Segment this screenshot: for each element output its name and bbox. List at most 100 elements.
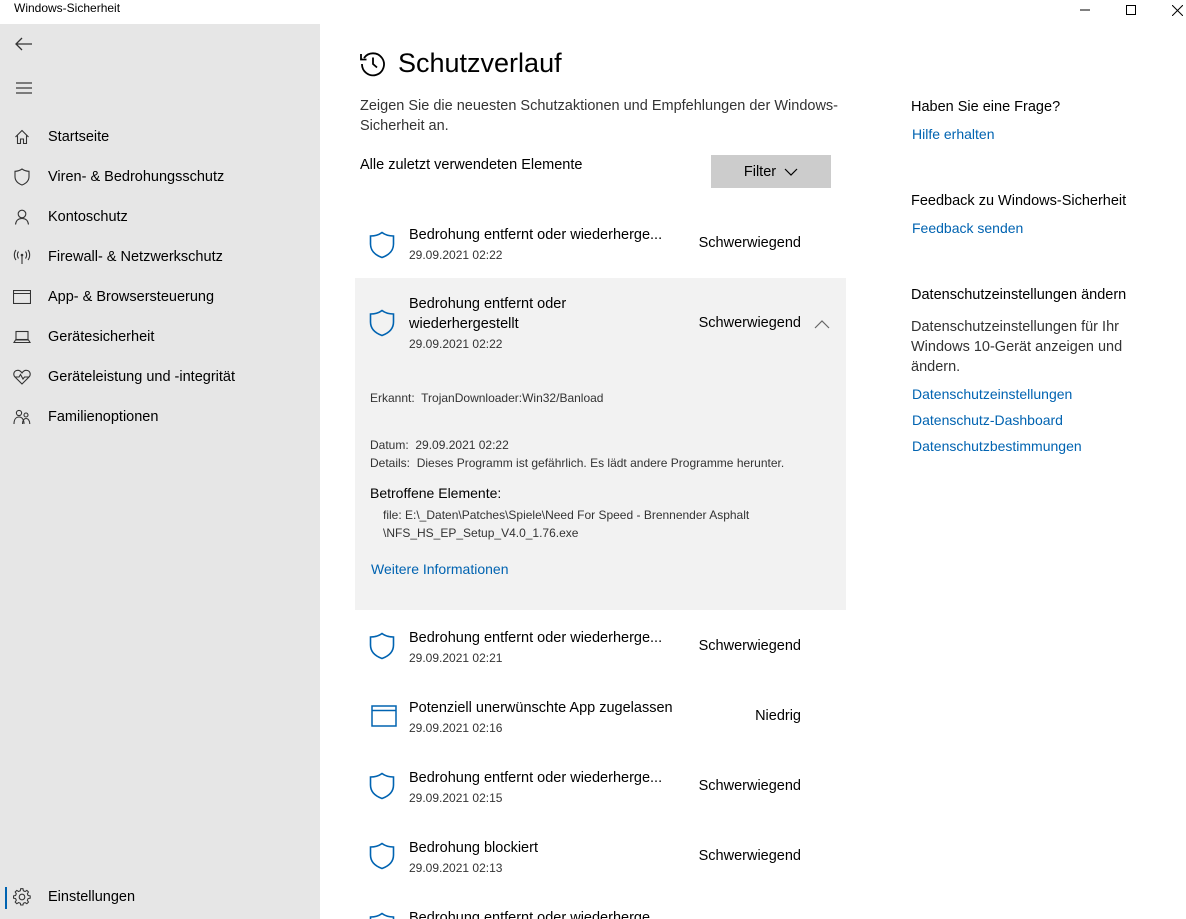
send-feedback-link[interactable]: Feedback senden	[912, 220, 1023, 236]
hamburger-menu-icon[interactable]	[0, 68, 48, 108]
more-information-link[interactable]: Weitere Informationen	[371, 561, 508, 577]
history-item-severity: Schwerwiegend	[698, 848, 801, 864]
affected-path-line2: \NFS_HS_EP_Setup_V4.0_1.76.exe	[383, 526, 579, 540]
history-item[interactable]: Bedrohung blockiert 29.09.2021 02:13 Sch…	[355, 825, 846, 889]
shield-icon	[369, 772, 395, 805]
sidebar-item-device-performance[interactable]: Geräteleistung und -integrität	[0, 357, 320, 397]
back-arrow-icon[interactable]	[0, 24, 48, 64]
history-item-date: 29.09.2021 02:21	[409, 651, 503, 665]
history-item-title: Bedrohung blockiert	[409, 840, 538, 856]
main-content: Schutzverlauf Zeigen Sie die neuesten Sc…	[320, 24, 880, 919]
sidebar-item-home[interactable]: Startseite	[0, 117, 320, 157]
detected-row: Erkannt: TrojanDownloader:Win32/Banload	[370, 391, 603, 405]
feedback-heading: Feedback zu Windows-Sicherheit	[911, 193, 1127, 209]
details-label: Details:	[370, 456, 411, 470]
history-item-title-line2: wiederhergestellt	[409, 316, 519, 332]
history-item[interactable]: Bedrohung entfernt oder wiederherge... 2…	[355, 755, 846, 819]
history-item-title-line1: Bedrohung entfernt oder	[409, 296, 567, 312]
history-item-severity: Schwerwiegend	[698, 315, 801, 331]
history-item-severity: Schwerwiegend	[698, 778, 801, 794]
sidebar-item-label: Geräteleistung und -integrität	[48, 369, 235, 385]
history-item[interactable]: Potenziell unerwünschte App zugelassen 2…	[355, 685, 846, 749]
get-help-link[interactable]: Hilfe erhalten	[912, 126, 995, 142]
history-item-date: 29.09.2021 02:13	[409, 861, 503, 875]
history-item[interactable]: Bedrohung entfernt oder wiederherge... 2…	[355, 615, 846, 679]
shield-icon	[369, 632, 395, 665]
page-title: Schutzverlauf	[398, 48, 562, 78]
family-icon	[0, 409, 44, 425]
maximize-icon[interactable]	[1108, 0, 1154, 20]
details-row: Details: Dieses Programm ist gefährlich.…	[370, 456, 784, 470]
sidebar-item-label: Kontoschutz	[48, 209, 128, 225]
recent-items-label: Alle zuletzt verwendeten Elemente	[360, 157, 583, 173]
sidebar-item-label: Viren- & Bedrohungsschutz	[48, 169, 225, 185]
window-title: Windows-Sicherheit	[14, 1, 121, 15]
date-value: 29.09.2021 02:22	[415, 438, 509, 452]
sidebar-item-label: App- & Browsersteuerung	[48, 289, 215, 305]
sidebar-item-virus-protection[interactable]: Viren- & Bedrohungsschutz	[0, 157, 320, 197]
sidebar-item-label: Familienoptionen	[48, 409, 159, 425]
shield-icon	[369, 231, 395, 264]
history-item-date: 29.09.2021 02:22	[409, 337, 503, 351]
sidebar-item-device-security[interactable]: Gerätesicherheit	[0, 317, 320, 357]
minimize-icon[interactable]	[1062, 0, 1108, 20]
privacy-heading: Datenschutzeinstellungen ändern	[911, 287, 1127, 303]
history-item-title: Bedrohung entfernt oder wiederherge...	[409, 227, 663, 243]
shield-icon	[369, 309, 395, 342]
sidebar-item-account-protection[interactable]: Kontoschutz	[0, 197, 320, 237]
history-icon	[359, 50, 387, 83]
history-item-title: Bedrohung entfernt oder wiederherge...	[409, 630, 663, 646]
sidebar-item-settings[interactable]: Einstellungen	[0, 877, 320, 917]
sidebar: Startseite Viren- & Bedrohungsschutz Kon…	[0, 24, 320, 919]
home-icon	[0, 129, 44, 145]
detected-value: TrojanDownloader:Win32/Banload	[421, 391, 604, 405]
filter-label: Filter	[743, 163, 777, 180]
history-item-severity: Schwerwiegend	[698, 235, 801, 251]
privacy-statement-link[interactable]: Datenschutzbestimmungen	[912, 438, 1082, 454]
shield-icon	[369, 842, 395, 875]
heart-icon	[0, 369, 44, 385]
privacy-settings-link[interactable]: Datenschutzeinstellungen	[912, 386, 1072, 402]
detected-label: Erkannt:	[370, 391, 415, 405]
history-item-severity: Niedrig	[755, 708, 801, 724]
shield-icon	[0, 168, 44, 186]
history-item[interactable]: Bedrohung entfernt oder wiederherge... 2…	[355, 212, 846, 276]
history-item-date: 29.09.2021 02:22	[409, 248, 503, 262]
privacy-dashboard-link[interactable]: Datenschutz-Dashboard	[912, 412, 1063, 428]
history-item-severity: Schwerwiegend	[698, 638, 801, 654]
history-item-title: Potenziell unerwünschte App zugelassen	[409, 700, 673, 716]
sidebar-item-firewall[interactable]: Firewall- & Netzwerkschutz	[0, 237, 320, 277]
app-window-icon	[371, 705, 397, 732]
affected-items-heading: Betroffene Elemente:	[370, 485, 502, 501]
gear-icon	[0, 888, 44, 906]
sidebar-item-app-browser[interactable]: App- & Browsersteuerung	[0, 277, 320, 317]
shield-icon	[369, 912, 395, 919]
history-item[interactable]: Bedrohung entfernt oder wiederherge...	[355, 895, 846, 919]
date-label: Datum:	[370, 438, 409, 452]
laptop-icon	[0, 330, 44, 344]
chevron-down-icon	[784, 168, 798, 176]
date-row: Datum: 29.09.2021 02:22	[370, 438, 509, 452]
sidebar-item-label: Gerätesicherheit	[48, 329, 155, 345]
sidebar-item-label: Einstellungen	[48, 889, 136, 905]
filter-button[interactable]: Filter	[711, 155, 831, 188]
history-item-date: 29.09.2021 02:16	[409, 721, 503, 735]
title-bar: Windows-Sicherheit	[0, 0, 1186, 24]
history-item-title: Bedrohung entfernt oder wiederherge...	[409, 770, 663, 786]
close-icon[interactable]	[1154, 0, 1186, 20]
affected-path-line1: file: E:\_Daten\Patches\Spiele\Need For …	[383, 508, 750, 522]
history-item-title: Bedrohung entfernt oder wiederherge...	[409, 910, 663, 919]
privacy-text: Datenschutzeinstellungen für Ihr Windows…	[911, 319, 1123, 375]
history-item-date: 29.09.2021 02:15	[409, 791, 503, 805]
antenna-icon	[0, 249, 44, 265]
chevron-up-icon[interactable]	[814, 316, 830, 334]
sidebar-item-family-options[interactable]: Familienoptionen	[0, 397, 320, 437]
person-icon	[0, 209, 44, 225]
details-value: Dieses Programm ist gefährlich. Es lädt …	[416, 456, 785, 470]
page-description: Zeigen Sie die neuesten Schutzaktionen u…	[360, 98, 838, 134]
history-item-expanded[interactable]: Bedrohung entfernt oder wiederhergestell…	[355, 278, 846, 610]
question-heading: Haben Sie eine Frage?	[911, 99, 1061, 115]
sidebar-item-label: Firewall- & Netzwerkschutz	[48, 249, 223, 265]
sidebar-item-label: Startseite	[48, 129, 110, 145]
app-window-icon	[0, 290, 44, 304]
